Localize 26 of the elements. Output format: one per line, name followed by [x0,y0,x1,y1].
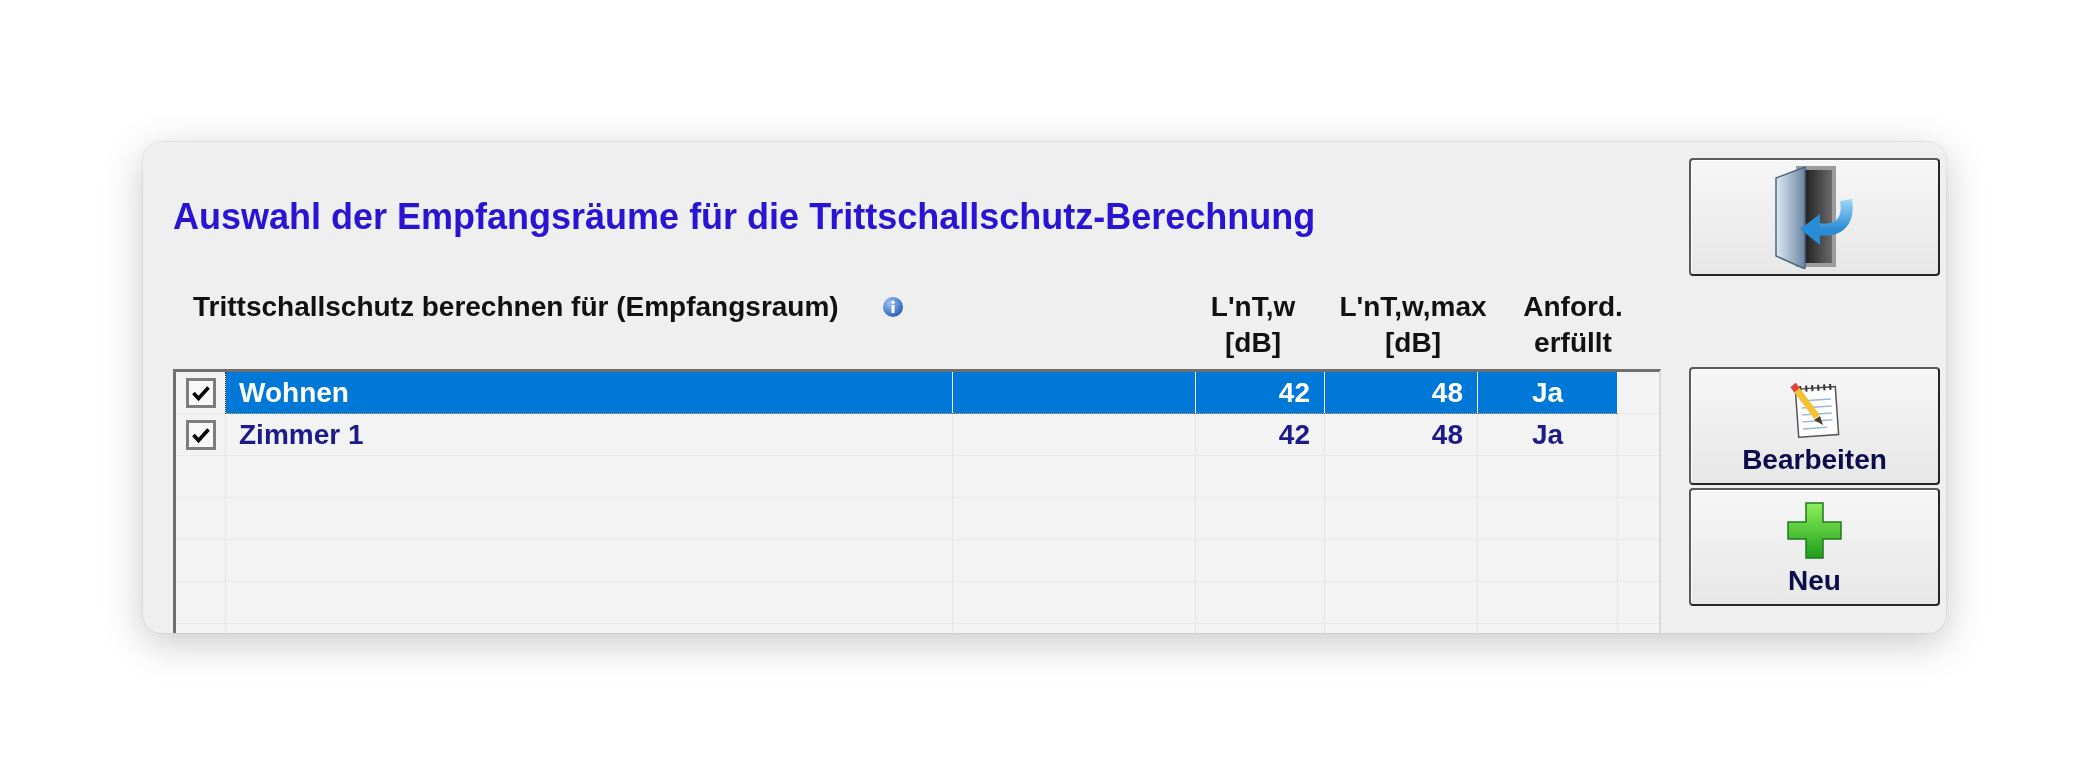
table-cell: Ja [1478,372,1618,413]
dialog-title: Auswahl der Empfangsräume für die Trittschallschutz-Berechnung [173,196,1316,237]
checkbox[interactable] [185,378,216,408]
table-cell: 48 [1325,372,1478,413]
column-header: Anford. erfüllt [1523,290,1623,360]
exit-button[interactable] [1689,158,1940,276]
table-cell: 42 [1196,414,1325,455]
checkmark-icon [191,427,210,443]
plus-icon [1787,502,1842,559]
checkbox[interactable] [185,420,216,450]
notepad-pencil-icon [1788,381,1841,438]
column-header: L'nT,w,max [dB] [1339,290,1487,360]
door-arrow-icon [1773,165,1856,269]
table-row[interactable]: Zimmer 1 42 48 Ja [226,414,1618,456]
table-cell: Zimmer 1 [226,414,953,455]
table-cell: Wohnen [226,372,953,413]
column-header: L'nT,w [dB] [1210,290,1296,360]
table-cell: Ja [1478,414,1618,455]
checkmark-icon [191,385,210,401]
table-cell: 42 [1196,372,1325,413]
new-button[interactable]: Neu [1689,488,1940,606]
info-icon[interactable] [882,297,903,317]
edit-button[interactable]: Bearbeiten [1689,367,1940,485]
table-cell: 48 [1325,414,1478,455]
column-header: Trittschallschutz berechnen für (Empfangsraum) [193,290,839,324]
table-row[interactable]: Wohnen 42 48 Ja [226,372,1618,414]
